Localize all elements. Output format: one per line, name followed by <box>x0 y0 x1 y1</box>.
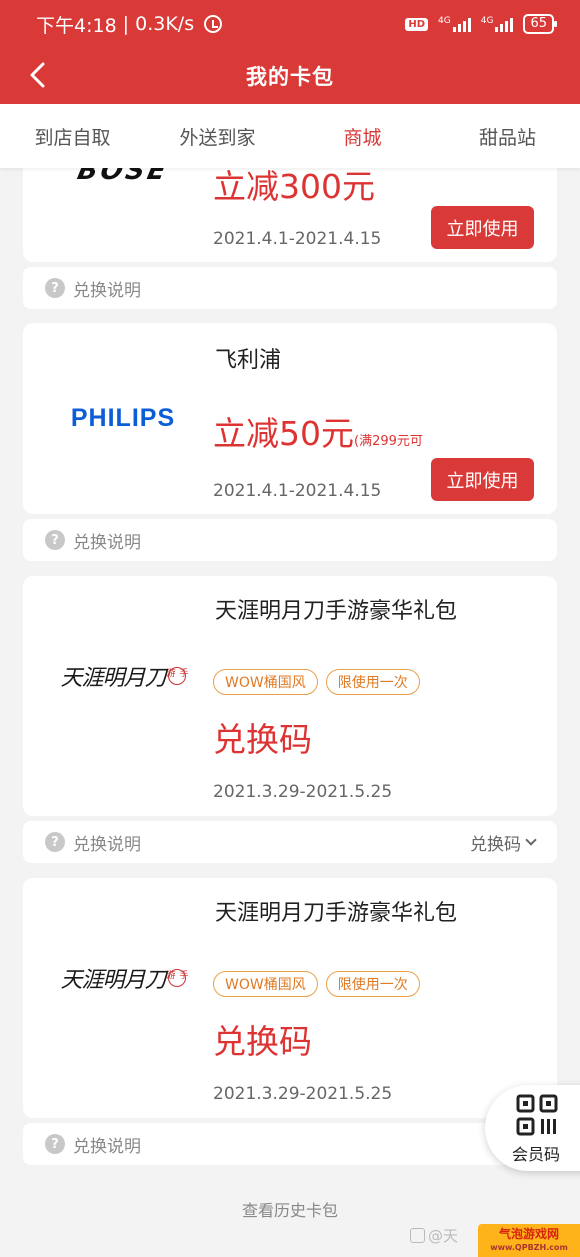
network-speed: | 0.3K/s <box>122 13 195 35</box>
coupon-name: 飞利浦 <box>215 348 282 373</box>
coupon-amount: 兑换码 <box>213 720 312 759</box>
coupon-list[interactable]: BOSE 立减300元 2021.4.1-2021.4.15 立即使用 ? 兑换… <box>0 168 580 1257</box>
brand-logo: BOSE <box>74 168 172 186</box>
question-icon: ? <box>45 1134 65 1154</box>
chevron-down-icon <box>525 834 537 846</box>
member-code-label: 会员码 <box>512 1145 561 1164</box>
status-time: 下午4:18 <box>36 14 117 37</box>
coupon-date: 2021.4.1-2021.4.15 <box>213 229 382 249</box>
redeem-instructions-label: 兑换说明 <box>73 1136 141 1157</box>
coupon-card: BOSE 立减300元 2021.4.1-2021.4.15 立即使用 <box>23 168 557 262</box>
tag: WOW桶国风 <box>213 971 318 997</box>
alarm-icon <box>204 15 223 33</box>
info-bar[interactable]: ? 兑换说明 <box>23 519 557 561</box>
question-icon: ? <box>45 278 65 298</box>
back-arrow-icon[interactable] <box>26 62 52 88</box>
status-bar: 下午4:18 | 0.3K/s HD 4G 4G 65 <box>0 0 580 48</box>
coupon-amount: 立减300元 <box>213 168 375 206</box>
redeem-instructions-label: 兑换说明 <box>73 280 141 301</box>
tag: 限使用一次 <box>325 669 420 695</box>
watermark-text: @天 <box>410 1225 458 1246</box>
coupon-card: 天涯明月刀手游豪华礼包 天涯明月刀 手游 WOW桶国风 限使用一次 兑换码 20… <box>23 878 557 1118</box>
coupon-card: 飞利浦 PHILIPS 立减50元(满299元可 2021.4.1-2021.4… <box>23 323 557 514</box>
info-bar[interactable]: ? 兑换说明 <box>23 267 557 309</box>
question-icon: ? <box>45 832 65 852</box>
logo-badge: 手游 <box>165 969 188 987</box>
tab-dessert[interactable]: 甜品站 <box>435 104 580 168</box>
tag-list: WOW桶国风 限使用一次 <box>213 971 420 997</box>
coupon-date: 2021.3.29-2021.5.25 <box>213 782 393 802</box>
nav-bar: 我的卡包 <box>0 48 580 104</box>
coupon-amount: 立减50元(满299元可 <box>213 414 423 453</box>
coupon-name: 天涯明月刀手游豪华礼包 <box>215 901 458 926</box>
qr-code-icon <box>516 1094 558 1136</box>
hd-icon: HD <box>405 17 429 31</box>
brand-logo: 天涯明月刀 手游 <box>60 968 188 993</box>
redeem-instructions-label: 兑换说明 <box>73 834 141 855</box>
info-bar[interactable]: ? 兑换说明 兑换 <box>23 1123 557 1165</box>
tab-pickup[interactable]: 到店自取 <box>0 104 145 168</box>
coupon-date: 2021.3.29-2021.5.25 <box>213 1084 393 1104</box>
tag-list: WOW桶国风 限使用一次 <box>213 669 420 695</box>
page-title: 我的卡包 <box>246 65 334 89</box>
question-icon: ? <box>45 530 65 550</box>
coupon-card: 天涯明月刀手游豪华礼包 天涯明月刀 手游 WOW桶国风 限使用一次 兑换码 20… <box>23 576 557 816</box>
tag: WOW桶国风 <box>213 669 318 695</box>
tab-bar: 到店自取 外送到家 商城 甜品站 <box>0 104 580 168</box>
battery-icon: 65 <box>523 14 557 34</box>
logo-badge: 手游 <box>165 667 188 685</box>
signal-icon-2: 4G <box>481 16 514 32</box>
view-history-link[interactable]: 查看历史卡包 <box>0 1197 580 1221</box>
site-watermark-logo: 气泡游戏网 www.QPBZH.com <box>478 1224 580 1257</box>
use-now-button[interactable]: 立即使用 <box>431 458 534 501</box>
signal-icon: 4G <box>438 16 471 32</box>
coupon-name: 天涯明月刀手游豪华礼包 <box>215 599 458 624</box>
redeem-instructions-label: 兑换说明 <box>73 532 141 553</box>
coupon-condition: (满299元可 <box>354 434 423 449</box>
brand-logo: PHILIPS <box>70 403 176 432</box>
member-code-button[interactable]: 会员码 <box>485 1085 580 1171</box>
tag: 限使用一次 <box>325 971 420 997</box>
redeem-code-toggle[interactable]: 兑换码 <box>470 830 537 855</box>
use-now-button[interactable]: 立即使用 <box>431 206 534 249</box>
coupon-amount: 兑换码 <box>213 1022 312 1061</box>
info-bar[interactable]: ? 兑换说明 兑换码 <box>23 821 557 863</box>
tab-mall[interactable]: 商城 <box>290 104 435 168</box>
coupon-date: 2021.4.1-2021.4.15 <box>213 481 382 501</box>
tab-delivery[interactable]: 外送到家 <box>145 104 290 168</box>
brand-logo: 天涯明月刀 手游 <box>60 666 188 691</box>
